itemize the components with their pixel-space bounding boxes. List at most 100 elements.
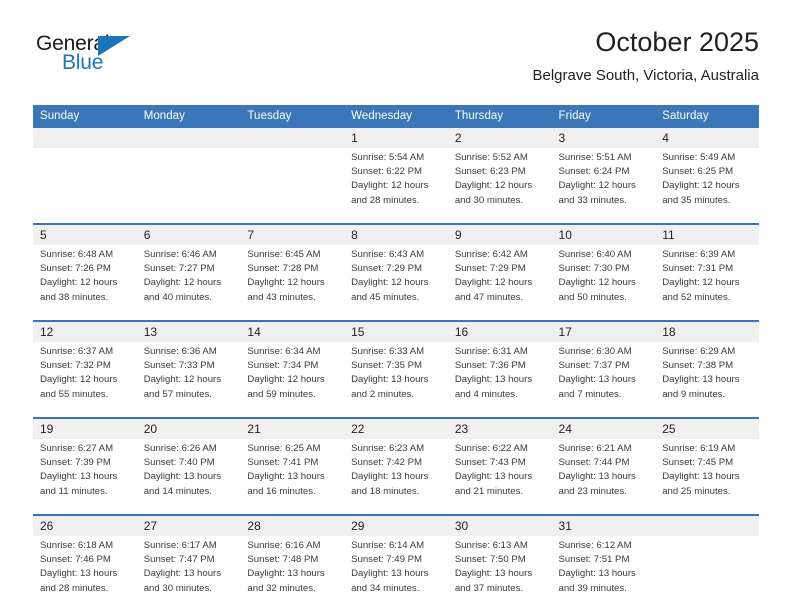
day-number[interactable]: 1: [344, 128, 448, 148]
sunrise-text: Sunrise: 5:54 AM: [351, 152, 425, 163]
day-cell[interactable]: Sunrise: 6:13 AM Sunset: 7:50 PM Daylight:…: [447, 536, 552, 611]
sunset-text: Sunset: 7:33 PM: [143, 360, 215, 372]
sunset-text: Sunset: 7:28 PM: [247, 263, 319, 275]
day-number[interactable]: 9: [447, 225, 552, 245]
sunset-text: Sunset: 7:49 PM: [351, 554, 423, 566]
day-number[interactable]: 25: [655, 419, 759, 439]
page-title: October 2025: [595, 27, 759, 57]
weekday-header-row: Sunday Monday Tuesday Wednesday Thursday…: [33, 105, 759, 128]
day-cell[interactable]: Sunrise: 6:18 AM Sunset: 7:46 PM Daylight:…: [33, 536, 137, 611]
day-number[interactable]: 13: [136, 322, 241, 342]
day-cell[interactable]: Sunrise: 6:14 AM Sunset: 7:49 PM Daylight:…: [344, 536, 448, 611]
day-cell[interactable]: Sunrise: 5:54 AM Sunset: 6:22 PM Daylight:…: [344, 148, 448, 223]
daylight-text-line1: Daylight: 12 hours: [454, 277, 533, 289]
day-number[interactable]: 22: [344, 419, 448, 439]
day-number[interactable]: 10: [551, 225, 656, 245]
daylight-text-line1: Daylight: 12 hours: [143, 374, 222, 386]
day-cell[interactable]: Sunrise: 6:26 AM Sunset: 7:40 PM Daylight:…: [136, 439, 241, 514]
day-number[interactable]: 18: [655, 322, 759, 342]
day-number[interactable]: 11: [655, 225, 759, 245]
day-cell[interactable]: Sunrise: 6:39 AM Sunset: 7:31 PM Daylight:…: [655, 245, 759, 320]
day-number[interactable]: 29: [344, 516, 448, 536]
sunset-text: Sunset: 7:41 PM: [247, 457, 319, 469]
day-number[interactable]: 15: [344, 322, 448, 342]
day-number[interactable]: 23: [447, 419, 552, 439]
sunrise-text: Sunrise: 6:18 AM: [40, 540, 114, 551]
day-cell[interactable]: Sunrise: 6:23 AM Sunset: 7:42 PM Daylight:…: [344, 439, 448, 514]
day-cell[interactable]: Sunrise: 6:19 AM Sunset: 7:45 PM Daylight:…: [655, 439, 759, 514]
day-cell-empty: [655, 536, 759, 611]
day-cell[interactable]: Sunrise: 6:27 AM Sunset: 7:39 PM Daylight:…: [33, 439, 137, 514]
day-cell[interactable]: Sunrise: 5:49 AM Sunset: 6:25 PM Daylight:…: [655, 148, 759, 223]
day-cell[interactable]: Sunrise: 6:16 AM Sunset: 7:48 PM Daylight:…: [240, 536, 345, 611]
day-cell[interactable]: Sunrise: 6:40 AM Sunset: 7:30 PM Daylight:…: [551, 245, 656, 320]
day-number[interactable]: 4: [655, 128, 759, 148]
day-cell[interactable]: Sunrise: 6:33 AM Sunset: 7:35 PM Daylight:…: [344, 342, 448, 417]
sunset-text: Sunset: 7:50 PM: [454, 554, 526, 566]
day-number[interactable]: 21: [240, 419, 345, 439]
page-subtitle: Belgrave South, Victoria, Australia: [532, 67, 759, 84]
calendar-head: Sunday Monday Tuesday Wednesday Thursday…: [33, 105, 759, 128]
sunrise-text: Sunrise: 6:16 AM: [247, 540, 321, 551]
page-header: General Blue October 2025 Belgrave South…: [33, 26, 759, 98]
daylight-text-line2: and 16 minutes.: [247, 485, 316, 497]
general-blue-logo: General Blue: [36, 32, 186, 82]
day-number[interactable]: 5: [33, 225, 137, 245]
day-number[interactable]: 31: [551, 516, 656, 536]
day-number[interactable]: 28: [240, 516, 345, 536]
daylight-text-line1: Daylight: 12 hours: [40, 374, 118, 386]
day-cell[interactable]: Sunrise: 6:42 AM Sunset: 7:29 PM Daylight:…: [447, 245, 552, 320]
daylight-text-line1: Daylight: 12 hours: [454, 180, 533, 192]
day-cell[interactable]: Sunrise: 6:25 AM Sunset: 7:41 PM Daylight:…: [240, 439, 345, 514]
day-number[interactable]: 26: [33, 516, 137, 536]
day-cell[interactable]: Sunrise: 6:21 AM Sunset: 7:44 PM Daylight:…: [551, 439, 656, 514]
day-cell[interactable]: Sunrise: 5:52 AM Sunset: 6:23 PM Daylight:…: [447, 148, 552, 223]
day-cell[interactable]: Sunrise: 6:36 AM Sunset: 7:33 PM Daylight:…: [136, 342, 241, 417]
sunrise-text: Sunrise: 6:48 AM: [40, 249, 114, 260]
day-number[interactable]: 30: [447, 516, 552, 536]
sunrise-text: Sunrise: 6:23 AM: [351, 443, 425, 454]
sunrise-text: Sunrise: 6:27 AM: [40, 443, 114, 454]
sunset-text: Sunset: 6:23 PM: [454, 166, 526, 178]
day-detail-row: Sunrise: 6:48 AM Sunset: 7:26 PM Daylight:…: [33, 245, 759, 320]
day-number[interactable]: 24: [551, 419, 656, 439]
sunset-text: Sunset: 7:34 PM: [247, 360, 319, 372]
sunrise-text: Sunrise: 6:42 AM: [454, 249, 528, 260]
day-cell[interactable]: Sunrise: 6:29 AM Sunset: 7:38 PM Daylight:…: [655, 342, 759, 417]
day-number[interactable]: 17: [551, 322, 656, 342]
day-cell[interactable]: Sunrise: 6:37 AM Sunset: 7:32 PM Daylight:…: [33, 342, 137, 417]
daylight-text-line1: Daylight: 13 hours: [662, 471, 740, 483]
sunrise-text: Sunrise: 6:21 AM: [558, 443, 632, 454]
day-cell[interactable]: Sunrise: 6:48 AM Sunset: 7:26 PM Daylight:…: [33, 245, 137, 320]
sunrise-text: Sunrise: 6:14 AM: [351, 540, 425, 551]
day-number[interactable]: 20: [136, 419, 241, 439]
day-number[interactable]: 16: [447, 322, 552, 342]
sunrise-text: Sunrise: 6:36 AM: [143, 346, 217, 357]
day-number[interactable]: 2: [447, 128, 552, 148]
calendar-body: 1 2 3 4 Sunrise: 5:54 AM Sunset: 6:22 PM Dayli…: [33, 128, 759, 611]
sunrise-text: Sunrise: 6:40 AM: [558, 249, 632, 260]
daylight-text-line1: Daylight: 13 hours: [558, 471, 636, 483]
calendar-page: General Blue October 2025 Belgrave South…: [0, 0, 792, 612]
day-cell[interactable]: Sunrise: 6:45 AM Sunset: 7:28 PM Daylight:…: [240, 245, 345, 320]
day-cell[interactable]: Sunrise: 6:43 AM Sunset: 7:29 PM Daylight:…: [344, 245, 448, 320]
day-cell[interactable]: Sunrise: 6:22 AM Sunset: 7:43 PM Daylight:…: [447, 439, 552, 514]
day-cell[interactable]: Sunrise: 6:34 AM Sunset: 7:34 PM Daylight:…: [240, 342, 345, 417]
sunset-text: Sunset: 7:51 PM: [558, 554, 630, 566]
day-number[interactable]: 6: [136, 225, 241, 245]
day-cell[interactable]: Sunrise: 6:12 AM Sunset: 7:51 PM Daylight:…: [551, 536, 656, 611]
day-cell[interactable]: Sunrise: 6:31 AM Sunset: 7:36 PM Daylight:…: [447, 342, 552, 417]
day-number[interactable]: 19: [33, 419, 137, 439]
day-number[interactable]: 8: [344, 225, 448, 245]
day-number[interactable]: 3: [551, 128, 656, 148]
day-number[interactable]: 7: [240, 225, 345, 245]
sunset-text: Sunset: 7:31 PM: [662, 263, 734, 275]
daylight-text-line1: Daylight: 13 hours: [247, 471, 325, 483]
day-cell[interactable]: Sunrise: 5:51 AM Sunset: 6:24 PM Daylight:…: [551, 148, 656, 223]
day-number[interactable]: 12: [33, 322, 137, 342]
day-number[interactable]: 27: [136, 516, 241, 536]
day-cell[interactable]: Sunrise: 6:46 AM Sunset: 7:27 PM Daylight:…: [136, 245, 241, 320]
day-number[interactable]: 14: [240, 322, 345, 342]
day-cell[interactable]: Sunrise: 6:17 AM Sunset: 7:47 PM Daylight:…: [136, 536, 241, 611]
day-cell[interactable]: Sunrise: 6:30 AM Sunset: 7:37 PM Daylight:…: [551, 342, 656, 417]
